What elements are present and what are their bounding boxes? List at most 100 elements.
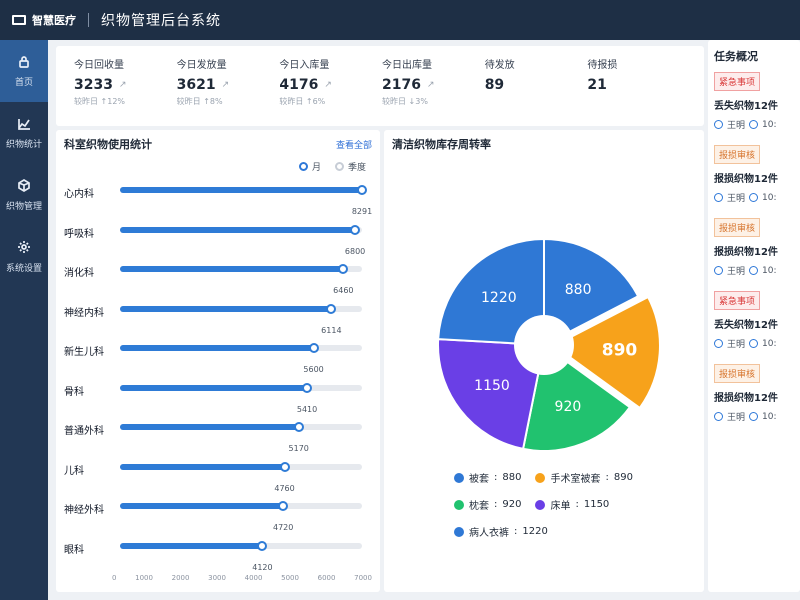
pie-center-hole <box>514 315 574 375</box>
logo: 智慧医疗 <box>12 12 76 28</box>
user-icon <box>714 339 723 348</box>
sidebar-item[interactable]: 系统设置 <box>0 226 48 288</box>
bar-track: 6460 <box>120 264 362 295</box>
department-label: 消化科 <box>64 268 94 279</box>
bar-handle <box>279 461 290 472</box>
task-meta: 王明 10: <box>714 191 794 204</box>
task-card[interactable]: 报损审核 报损织物12件 王明 10: <box>714 364 794 423</box>
x-axis-tick: 0 <box>112 574 117 582</box>
task-tag: 报损审核 <box>714 218 761 237</box>
task-time: 10: <box>762 411 777 422</box>
stat-card: 今日出库量 2176 ↗ 较昨日 ↓3% <box>380 56 483 116</box>
bar-value: 4720 <box>272 523 294 532</box>
toggle-month[interactable]: 月 <box>298 160 321 173</box>
department-bar-row: 神经外科 4720 <box>64 495 374 535</box>
stat-value-row: 89 <box>485 74 586 96</box>
bar-fill <box>120 424 299 430</box>
x-axis-tick: 4000 <box>244 574 263 582</box>
bar-track: 5170 <box>120 422 362 453</box>
bar-value: 6460 <box>333 286 354 295</box>
legend-dot <box>454 526 464 537</box>
view-all-link[interactable]: 查看全部 <box>336 138 372 151</box>
logo-icon <box>12 15 26 25</box>
stat-label: 今日入库量 <box>279 60 330 71</box>
title-divider <box>88 13 89 27</box>
toggle-quarter-label: 季度 <box>347 163 366 173</box>
task-name: 丢失织物12件 <box>714 320 778 331</box>
radio-icon <box>334 162 344 171</box>
bar-handle <box>357 185 367 195</box>
task-tag: 紧急事项 <box>714 291 761 310</box>
clock-icon <box>749 412 759 421</box>
x-axis-tick: 5000 <box>281 574 299 582</box>
task-meta: 王明 10: <box>714 337 794 350</box>
task-user: 王明 <box>727 121 746 131</box>
department-bar-row: 眼科 4120 <box>64 535 374 575</box>
stat-label: 今日回收量 <box>74 60 124 71</box>
task-meta: 王明 10: <box>714 264 794 277</box>
stat-label: 今日发放量 <box>176 60 227 71</box>
turnover-pie-chart: 880 890 920 1150 1220 <box>437 237 661 450</box>
stat-value-row: 4176 ↗ <box>279 74 380 96</box>
bar-value: 5410 <box>296 404 318 414</box>
period-toggle: 月 季度 <box>56 160 380 173</box>
task-card[interactable]: 报损审核 报损织物12件 王明 10: <box>714 218 794 277</box>
stat-value-row: 2176 ↗ <box>382 74 483 96</box>
trend-icon: ↗ <box>426 80 435 90</box>
bar-track: 6800 <box>120 224 365 256</box>
task-user: 王明 <box>727 413 746 423</box>
bar-value: 4120 <box>252 562 273 572</box>
logo-text: 智慧医疗 <box>32 14 76 27</box>
stat-label: 待发放 <box>484 60 515 71</box>
task-card[interactable]: 报损审核 报损织物12件 王明 10: <box>714 145 794 204</box>
app-title: 织物管理后台系统 <box>101 13 221 29</box>
stat-value: 21 <box>587 77 607 93</box>
stat-value: 3233 <box>74 77 113 93</box>
x-axis-tick: 2000 <box>171 574 190 582</box>
legend-separator: : <box>514 526 518 537</box>
legend-separator: : <box>494 499 498 510</box>
x-axis-tick: 6000 <box>317 574 336 582</box>
lock-icon <box>17 54 31 71</box>
toggle-quarter[interactable]: 季度 <box>334 160 366 173</box>
pie-value-label: 1150 <box>474 378 510 394</box>
bar-fill <box>120 463 285 470</box>
bar-handle <box>350 224 361 235</box>
sidebar-item[interactable]: 织物统计 <box>0 102 48 164</box>
sidebar-item[interactable]: 织物管理 <box>0 164 48 226</box>
bar-fill <box>120 226 356 233</box>
user-icon <box>714 266 723 275</box>
sidebar-item-label: 首页 <box>14 78 33 88</box>
bar-track: 4720 <box>120 501 362 532</box>
stat-card: 今日回收量 3233 ↗ 较昨日 ↑12% <box>72 56 175 116</box>
chart-icon <box>17 116 31 133</box>
bar-fill <box>120 384 308 391</box>
department-bars: 心内科 8291 呼吸科 6800 消化科 6460 神经内科 6114 新生儿科 5600 骨科 5… <box>56 173 380 574</box>
bar-track: 5410 <box>120 382 362 414</box>
task-name: 报损织物12件 <box>714 174 778 185</box>
stat-sub: 较昨日 ↑12% <box>74 97 126 106</box>
x-axis-tick: 7000 <box>354 574 372 582</box>
bar-track: 4120 <box>120 540 362 572</box>
legend-dot <box>454 499 464 510</box>
legend-dot <box>454 472 464 483</box>
legend-separator: : <box>605 472 609 483</box>
department-label: 神经外科 <box>64 505 104 516</box>
legend-value: 880 <box>502 472 522 483</box>
bar-value: 5600 <box>303 365 324 374</box>
stat-value-row: 3621 ↗ <box>177 74 278 96</box>
pie-legend: 被套:880 手术室被套:890 枕套:920 床单:1150 病人衣裤:1220 <box>454 470 684 539</box>
stat-label: 待报损 <box>587 60 618 71</box>
bar-fill <box>120 542 263 549</box>
bar-value: 8291 <box>351 207 373 216</box>
task-card[interactable]: 紧急事项丢失织物12件王明 10: <box>714 291 794 350</box>
sidebar-item[interactable]: 首页 <box>0 40 48 102</box>
task-card[interactable]: 紧急事项 丢失织物12件 王明 10: <box>714 72 794 131</box>
bar-value: 6114 <box>321 325 342 335</box>
user-icon <box>714 193 723 202</box>
stat-card: 待发放 89 <box>483 56 586 116</box>
trend-icon: ↗ <box>324 80 332 90</box>
pie-value-label: 920 <box>555 399 582 415</box>
bar-handle <box>308 343 319 353</box>
task-overview-panel: 任务概况 紧急事项 丢失织物12件 王明 10: 报损审核 报损织物12件 王明 10: 报损审… <box>708 40 800 592</box>
